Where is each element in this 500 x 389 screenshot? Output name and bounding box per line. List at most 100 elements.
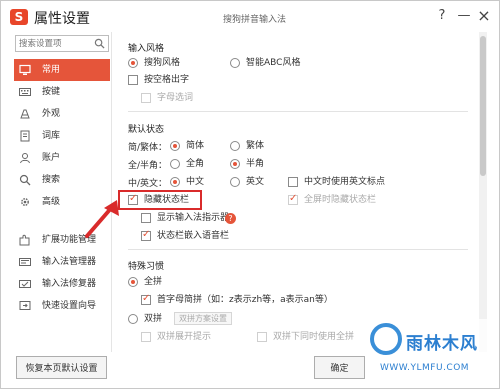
content-scrollbar[interactable] bbox=[479, 32, 487, 352]
settings-search[interactable] bbox=[15, 35, 109, 52]
repair-icon bbox=[19, 280, 31, 288]
scroll-thumb[interactable] bbox=[480, 36, 486, 176]
divider bbox=[128, 249, 468, 250]
checkbox[interactable] bbox=[128, 75, 138, 85]
wizard-icon bbox=[19, 301, 31, 310]
keyboard-manager-icon bbox=[19, 258, 31, 266]
sogou-logo-icon: S bbox=[10, 9, 28, 25]
sidebar-item-label: 输入法修复器 bbox=[42, 279, 97, 289]
radio-label: 简体 bbox=[186, 141, 205, 151]
watermark-text: 雨林木风 bbox=[406, 334, 478, 354]
sidebar-item-label: 按键 bbox=[42, 87, 61, 97]
checkbox-label: 按空格出字 bbox=[144, 75, 190, 85]
sidebar-item-lexicon[interactable]: 词库 bbox=[14, 125, 110, 147]
restore-defaults-button[interactable]: 恢复本页默认设置 bbox=[16, 356, 107, 379]
window-title: 属性设置 bbox=[34, 11, 90, 27]
sidebar: 常用 按键 外观 词库 bbox=[6, 32, 112, 352]
section-title-special-habits: 特殊习惯 bbox=[128, 262, 165, 272]
checkbox-label: 双拼展开提示 bbox=[157, 332, 212, 342]
title-bar: S 属性设置 搜狗拼音输入法 ? — × bbox=[1, 1, 499, 31]
monitor-icon bbox=[19, 64, 31, 75]
width-label: 全/半角： bbox=[128, 161, 168, 171]
sidebar-item-label: 账户 bbox=[42, 153, 61, 163]
sidebar-item-appearance[interactable]: 外观 bbox=[14, 103, 110, 125]
sidebar-item-label: 常用 bbox=[42, 65, 61, 75]
help-button[interactable]: ? bbox=[433, 7, 451, 25]
checkbox-label: 中文时使用英文标点 bbox=[304, 177, 386, 187]
annotation-highlight-box bbox=[118, 190, 202, 210]
radio-indicator[interactable] bbox=[170, 159, 180, 169]
script-label: 简/繁体： bbox=[128, 143, 168, 153]
radio-indicator[interactable] bbox=[170, 141, 180, 151]
double-pinyin-scheme-button[interactable]: 双拼方案设置 bbox=[174, 312, 232, 325]
search-input[interactable] bbox=[19, 37, 89, 50]
checkbox[interactable] bbox=[141, 229, 151, 241]
radio-label: 全角 bbox=[186, 159, 205, 169]
checkbox[interactable] bbox=[141, 293, 151, 305]
checkbox-label: 字母选词 bbox=[157, 93, 194, 103]
radio-label: 智能ABC风格 bbox=[246, 58, 301, 68]
sidebar-item-ime-manager[interactable]: 输入法管理器 bbox=[14, 251, 110, 273]
search-icon bbox=[19, 174, 31, 186]
section-title-input-style: 输入风格 bbox=[128, 44, 165, 54]
checkbox[interactable] bbox=[257, 332, 267, 342]
radio-indicator[interactable] bbox=[230, 177, 240, 187]
sidebar-item-label: 快速设置向导 bbox=[42, 301, 97, 311]
confirm-button[interactable]: 确定 bbox=[314, 356, 365, 379]
radio-indicator[interactable] bbox=[230, 58, 240, 68]
radio-indicator[interactable] bbox=[170, 177, 180, 187]
checkbox-label: 双拼下同时使用全拼 bbox=[273, 332, 355, 342]
radio-indicator[interactable] bbox=[230, 141, 240, 151]
checkbox-label: 全屏时隐藏状态栏 bbox=[304, 195, 377, 205]
sidebar-item-label: 外观 bbox=[42, 109, 61, 119]
checkbox-label: 显示输入法指示器 bbox=[157, 213, 230, 223]
watermark-url: WWW.YLMFU.COM bbox=[380, 363, 470, 373]
radio-label: 半角 bbox=[246, 159, 265, 169]
radio-label: 中文 bbox=[186, 177, 205, 187]
close-button[interactable]: × bbox=[475, 7, 493, 25]
sidebar-item-common[interactable]: 常用 bbox=[14, 59, 110, 81]
sidebar-item-label: 搜索 bbox=[42, 175, 61, 185]
book-icon bbox=[20, 130, 30, 142]
keyboard-icon bbox=[19, 88, 31, 96]
sidebar-item-search[interactable]: 搜索 bbox=[14, 169, 110, 191]
gear-icon bbox=[21, 198, 29, 206]
puzzle-icon bbox=[19, 234, 30, 246]
sidebar-item-label: 输入法管理器 bbox=[42, 257, 97, 267]
help-icon[interactable]: ? bbox=[225, 213, 236, 224]
sidebar-item-label: 高级 bbox=[42, 197, 61, 207]
checkbox[interactable] bbox=[141, 93, 151, 103]
radio-label: 双拼 bbox=[144, 314, 163, 324]
sidebar-item-keys[interactable]: 按键 bbox=[14, 81, 110, 103]
sidebar-item-ime-repair[interactable]: 输入法修复器 bbox=[14, 273, 110, 295]
annotation-arrow-icon bbox=[85, 200, 119, 238]
radio-label: 全拼 bbox=[144, 277, 163, 287]
radio-indicator[interactable] bbox=[128, 58, 138, 68]
language-label: 中/英文： bbox=[128, 179, 168, 189]
radio-label: 繁体 bbox=[246, 141, 265, 151]
minimize-button[interactable]: — bbox=[455, 7, 473, 25]
radio-indicator[interactable] bbox=[128, 314, 138, 324]
checkbox[interactable] bbox=[288, 193, 298, 205]
settings-window: S 属性设置 搜狗拼音输入法 ? — × 常用 bbox=[0, 0, 500, 389]
user-icon bbox=[20, 153, 30, 164]
watermark-logo-icon bbox=[370, 323, 402, 355]
radio-label: 搜狗风格 bbox=[144, 58, 181, 68]
watermark: 雨林木风 WWW.YLMFU.COM bbox=[366, 319, 496, 385]
divider bbox=[128, 111, 468, 112]
sidebar-item-label: 词库 bbox=[42, 131, 61, 141]
window-subtitle: 搜狗拼音输入法 bbox=[223, 15, 287, 25]
sidebar-item-account[interactable]: 账户 bbox=[14, 147, 110, 169]
checkbox[interactable] bbox=[141, 332, 151, 342]
search-icon[interactable] bbox=[94, 38, 105, 49]
checkbox[interactable] bbox=[141, 213, 151, 223]
palette-icon bbox=[20, 109, 30, 119]
checkbox-label: 首字母简拼（如：z表示zh等，a表示an等） bbox=[157, 295, 333, 305]
radio-indicator[interactable] bbox=[230, 159, 240, 169]
sidebar-item-wizard[interactable]: 快速设置向导 bbox=[14, 295, 110, 317]
radio-indicator[interactable] bbox=[128, 277, 138, 287]
checkbox[interactable] bbox=[288, 177, 298, 187]
radio-label: 英文 bbox=[246, 177, 265, 187]
section-title-default-state: 默认状态 bbox=[128, 125, 165, 135]
checkbox-label: 状态栏嵌入语音栏 bbox=[157, 231, 230, 241]
